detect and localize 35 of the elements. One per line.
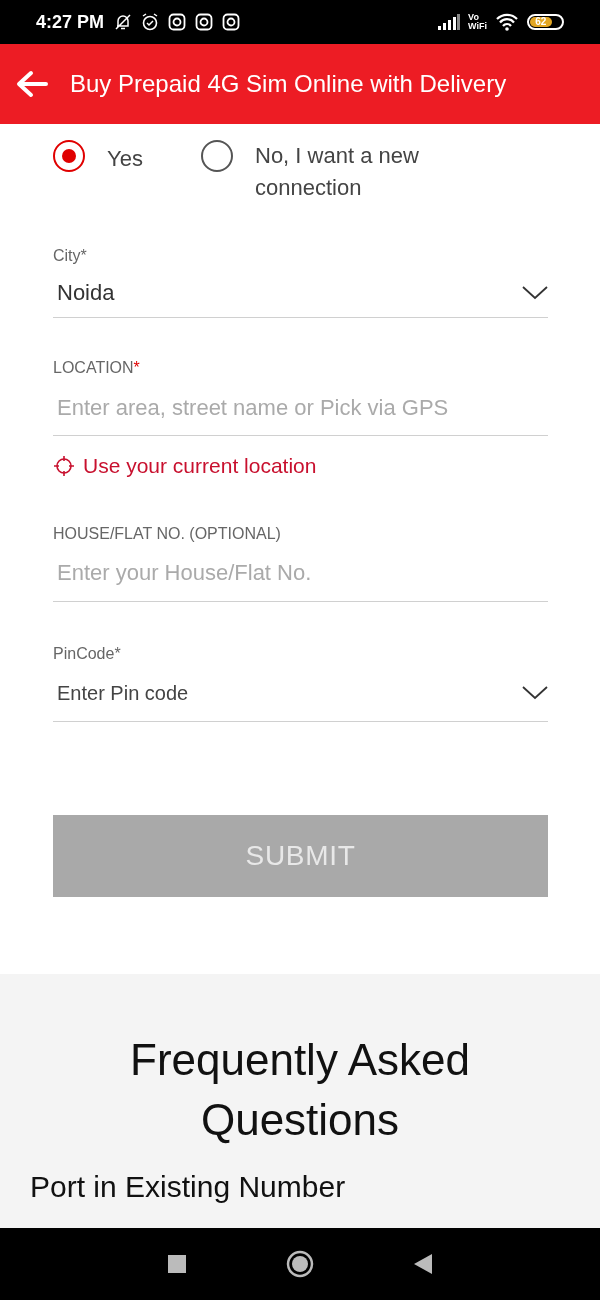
muted-bell-icon [114, 13, 133, 31]
vowifi-label: Vo [468, 13, 480, 22]
field-label: City* [53, 246, 88, 266]
radio-label: No, I want a new connection [255, 142, 420, 202]
city-value: Noida [56, 279, 115, 307]
camera-icon [222, 13, 241, 31]
city-dropdown[interactable]: Noida [53, 268, 548, 318]
radio-label: Yes [107, 145, 143, 173]
battery-percentage: 62 [535, 17, 547, 27]
wifi-icon [495, 13, 519, 31]
chevron-down-icon [522, 686, 548, 700]
field-label: PinCode* [53, 643, 122, 664]
field-label: LOCATION* [53, 358, 141, 378]
back-triangle-icon[interactable] [414, 1254, 432, 1274]
alarm-icon [141, 13, 160, 31]
status-time: 4:27 PM [36, 10, 105, 34]
house-number-field[interactable]: Enter your House/Flat No. [53, 545, 548, 602]
location-field[interactable]: Enter area, street name or Pick via GPS [53, 380, 548, 436]
radio-button[interactable] [201, 140, 233, 172]
vowifi-label: WiFi [468, 22, 487, 31]
faq-question: Port in Existing Number [30, 1168, 346, 1205]
camera-icon [168, 13, 187, 31]
back-arrow-icon[interactable] [16, 70, 48, 98]
radio-button[interactable] [53, 140, 85, 172]
home-circle-icon[interactable] [286, 1250, 314, 1278]
camera-icon [195, 13, 214, 31]
field-label: HOUSE/FLAT NO. (OPTIONAL) [53, 523, 282, 544]
current-location-link[interactable]: Use your current location [83, 450, 317, 482]
pincode-dropdown[interactable]: Enter Pin code [53, 665, 548, 722]
header-title: Buy Prepaid 4G Sim Online with Delivery [70, 69, 507, 99]
pincode-value: Enter Pin code [56, 681, 189, 706]
faq-title: Frequently Asked Questions [129, 1033, 471, 1146]
chevron-down-icon [522, 285, 548, 300]
signal-icon [438, 14, 461, 30]
crosshair-icon [53, 454, 75, 477]
